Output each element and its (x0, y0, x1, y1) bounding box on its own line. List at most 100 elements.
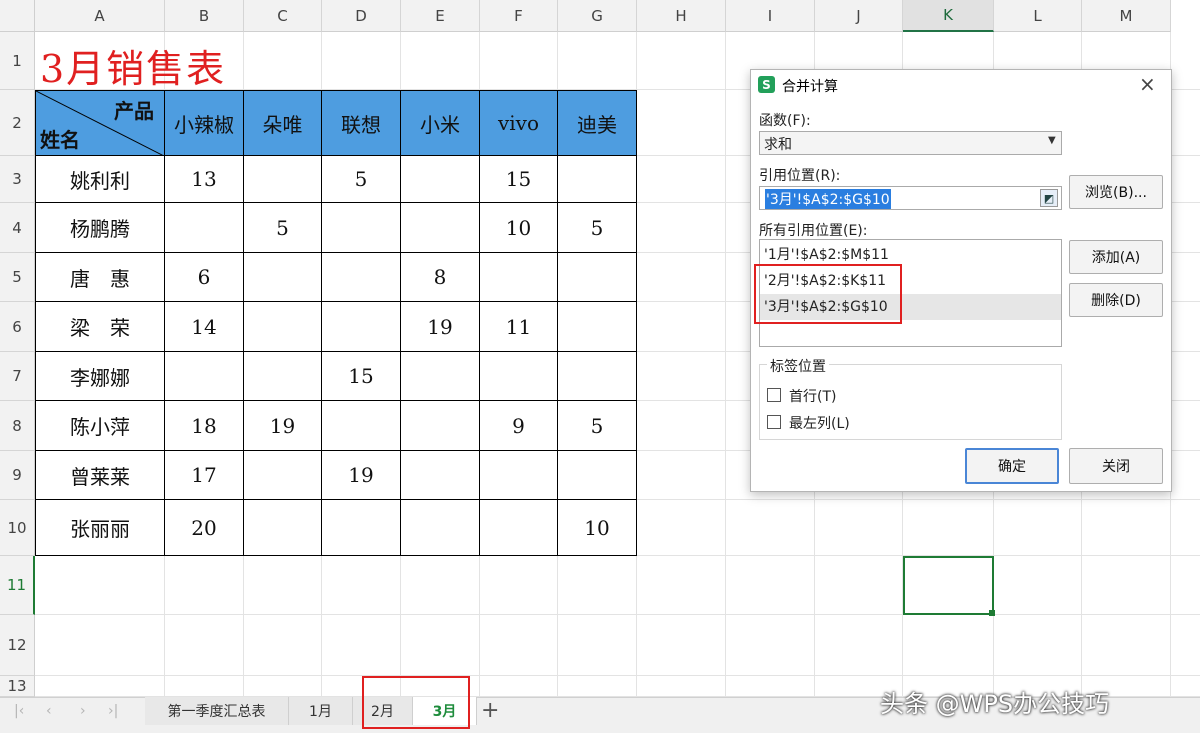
value-cell[interactable]: 19 (401, 302, 480, 352)
row-header-5[interactable]: 5 (0, 253, 35, 302)
row-header-2[interactable]: 2 (0, 90, 35, 156)
value-cell[interactable] (322, 253, 401, 302)
select-all-corner[interactable] (0, 0, 35, 32)
value-cell[interactable] (558, 302, 637, 352)
value-cell[interactable]: 15 (322, 352, 401, 401)
column-header-M[interactable]: M (1082, 0, 1171, 32)
value-cell[interactable]: 8 (401, 253, 480, 302)
product-header[interactable]: 小辣椒 (165, 90, 244, 156)
value-cell[interactable] (244, 156, 322, 203)
value-cell[interactable] (401, 401, 480, 451)
value-cell[interactable] (165, 352, 244, 401)
value-cell[interactable]: 19 (244, 401, 322, 451)
value-cell[interactable] (558, 253, 637, 302)
name-cell[interactable]: 张丽丽 (35, 500, 165, 556)
value-cell[interactable] (401, 203, 480, 253)
row-header-11[interactable]: 11 (0, 556, 35, 615)
row-header-6[interactable]: 6 (0, 302, 35, 352)
name-cell[interactable]: 陈小萍 (35, 401, 165, 451)
row-header-13[interactable]: 13 (0, 676, 35, 697)
last-sheet-icon[interactable]: ›| (108, 703, 118, 719)
value-cell[interactable]: 5 (558, 401, 637, 451)
browse-button[interactable]: 浏览(B)... (1069, 175, 1163, 209)
value-cell[interactable] (322, 401, 401, 451)
value-cell[interactable] (480, 352, 558, 401)
first-row-checkbox[interactable] (767, 388, 781, 402)
product-header[interactable]: 迪美 (558, 90, 637, 156)
value-cell[interactable] (480, 500, 558, 556)
value-cell[interactable] (244, 302, 322, 352)
column-header-D[interactable]: D (322, 0, 401, 32)
value-cell[interactable]: 5 (244, 203, 322, 253)
value-cell[interactable]: 18 (165, 401, 244, 451)
name-cell[interactable]: 曾莱莱 (35, 451, 165, 500)
product-header[interactable]: 小米 (401, 90, 480, 156)
fill-handle[interactable] (989, 610, 995, 616)
value-cell[interactable]: 19 (322, 451, 401, 500)
value-cell[interactable]: 15 (480, 156, 558, 203)
value-cell[interactable] (322, 500, 401, 556)
column-header-K[interactable]: K (903, 0, 994, 32)
name-cell[interactable]: 梁 荣 (35, 302, 165, 352)
product-header[interactable]: 朵唯 (244, 90, 322, 156)
value-cell[interactable]: 11 (480, 302, 558, 352)
column-header-F[interactable]: F (480, 0, 558, 32)
tab-summary[interactable]: 第一季度汇总表 (145, 697, 289, 725)
ref-input[interactable]: '3月'!$A$2:$G$10 ◩ (759, 186, 1062, 210)
value-cell[interactable] (401, 352, 480, 401)
collapse-dialog-icon[interactable]: ◩ (1040, 189, 1058, 207)
value-cell[interactable] (322, 302, 401, 352)
product-header[interactable]: vivo (480, 90, 558, 156)
value-cell[interactable]: 6 (165, 253, 244, 302)
name-cell[interactable]: 李娜娜 (35, 352, 165, 401)
row-header-3[interactable]: 3 (0, 156, 35, 203)
value-cell[interactable] (401, 451, 480, 500)
value-cell[interactable] (244, 253, 322, 302)
ok-button[interactable]: 确定 (965, 448, 1059, 484)
tab-jan[interactable]: 1月 (289, 697, 353, 725)
column-header-E[interactable]: E (401, 0, 480, 32)
next-sheet-icon[interactable]: › (80, 703, 86, 719)
row-header-7[interactable]: 7 (0, 352, 35, 401)
diagonal-header-cell[interactable]: 产品 姓名 (35, 90, 166, 157)
value-cell[interactable] (480, 253, 558, 302)
row-header-10[interactable]: 10 (0, 500, 35, 556)
close-button[interactable]: 关闭 (1069, 448, 1163, 484)
value-cell[interactable]: 10 (480, 203, 558, 253)
value-cell[interactable]: 5 (558, 203, 637, 253)
column-header-C[interactable]: C (244, 0, 322, 32)
column-header-A[interactable]: A (35, 0, 165, 32)
column-header-H[interactable]: H (637, 0, 726, 32)
first-sheet-icon[interactable]: |‹ (14, 703, 24, 719)
prev-sheet-icon[interactable]: ‹ (46, 703, 52, 719)
column-header-L[interactable]: L (994, 0, 1082, 32)
row-header-1[interactable]: 1 (0, 32, 35, 90)
close-icon[interactable]: × (1139, 72, 1156, 96)
value-cell[interactable]: 14 (165, 302, 244, 352)
column-header-G[interactable]: G (558, 0, 637, 32)
row-header-12[interactable]: 12 (0, 615, 35, 676)
row-header-4[interactable]: 4 (0, 203, 35, 253)
selected-cell[interactable] (903, 556, 994, 615)
value-cell[interactable] (322, 203, 401, 253)
left-column-checkbox[interactable] (767, 415, 781, 429)
value-cell[interactable] (244, 500, 322, 556)
value-cell[interactable] (401, 500, 480, 556)
value-cell[interactable] (165, 203, 244, 253)
value-cell[interactable]: 13 (165, 156, 244, 203)
name-cell[interactable]: 唐 惠 (35, 253, 165, 302)
value-cell[interactable]: 20 (165, 500, 244, 556)
value-cell[interactable] (558, 156, 637, 203)
value-cell[interactable]: 9 (480, 401, 558, 451)
value-cell[interactable]: 17 (165, 451, 244, 500)
value-cell[interactable] (244, 451, 322, 500)
value-cell[interactable] (480, 451, 558, 500)
add-button[interactable]: 添加(A) (1069, 240, 1163, 274)
value-cell[interactable] (401, 156, 480, 203)
row-header-8[interactable]: 8 (0, 401, 35, 451)
value-cell[interactable]: 5 (322, 156, 401, 203)
column-header-I[interactable]: I (726, 0, 815, 32)
add-sheet-button[interactable]: + (481, 698, 499, 723)
dialog-titlebar[interactable]: S 合并计算 × (751, 70, 1171, 100)
value-cell[interactable]: 10 (558, 500, 637, 556)
